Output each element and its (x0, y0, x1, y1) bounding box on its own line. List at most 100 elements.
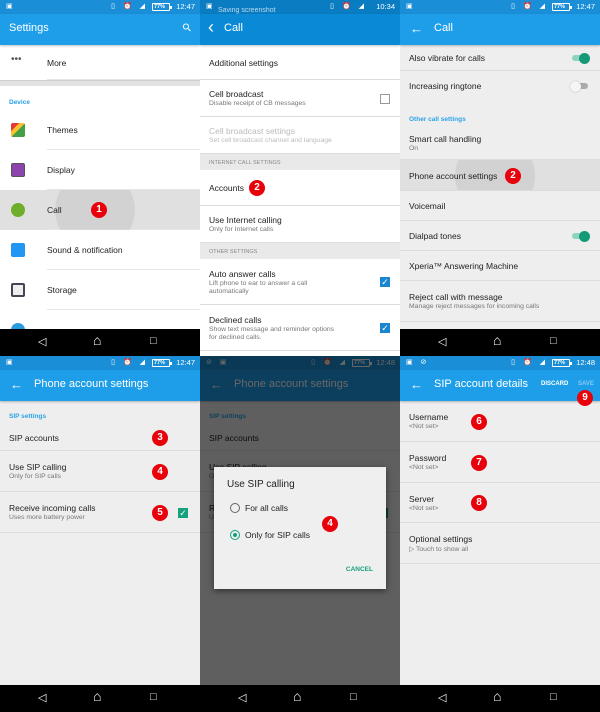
status-icons: ▯ ⏰ ◢ (111, 359, 148, 366)
nav-back-icon[interactable]: ◁ (438, 335, 446, 348)
nav-home-icon[interactable]: ⌂ (93, 688, 101, 704)
settings-item[interactable]: Username <Not set> 6 (400, 401, 600, 442)
radio-option[interactable]: Only for SIP calls (230, 530, 310, 540)
discard-button[interactable]: DISCARD (541, 381, 568, 387)
checkbox[interactable]: ✓ (380, 277, 390, 287)
nav-recents-icon[interactable]: □ (150, 335, 157, 347)
item-title: Cell broadcast (209, 89, 264, 99)
app-bar-title: Settings (9, 22, 49, 34)
item-summary-line2: automatically (209, 287, 249, 295)
app-bar: Settings ⚲ (0, 14, 200, 45)
settings-item[interactable]: Cell broadcast Disable receipt of CB mess… (200, 80, 400, 117)
settings-item[interactable]: Reject call with message Manage reject me… (400, 281, 600, 322)
settings-item[interactable]: Storage (0, 270, 200, 310)
storage-icon (11, 283, 25, 297)
nav-back-icon[interactable]: ◁ (438, 691, 446, 704)
checkbox[interactable]: ✓ (178, 507, 188, 518)
status-time: 10:34 (376, 2, 395, 11)
item-title: Optional settings (409, 534, 473, 544)
status-note: Saving screenshot (218, 7, 276, 14)
settings-item[interactable]: Also vibrate for calls (400, 45, 600, 71)
notification-icons: ▣ ⊘ (406, 359, 430, 366)
settings-item[interactable]: Phone account settings 2 (400, 160, 600, 191)
cancel-button[interactable]: CANCEL (346, 566, 373, 573)
search-icon[interactable]: ⚲ (180, 20, 194, 35)
settings-item[interactable]: Receive incoming callsUses more battery … (0, 492, 200, 533)
status-time: 12:47 (576, 2, 595, 11)
checkbox[interactable]: ✓ (380, 323, 390, 333)
status-icons: ▯ ⏰ ◢ (111, 3, 148, 10)
step-badge: 8 (471, 495, 487, 511)
settings-item[interactable]: Themes (0, 110, 200, 150)
settings-item[interactable]: Server <Not set> 8 (400, 483, 600, 523)
back-arrow-icon[interactable]: ← (10, 377, 23, 392)
settings-item[interactable]: Xperia™ Answering Machine (400, 251, 600, 281)
radio-button[interactable] (230, 503, 240, 513)
phone-screen: ⊘ ▣▯ ⏰ ◢77%12:48←Phone account settingsS… (200, 356, 400, 712)
toggle-switch[interactable] (572, 52, 590, 64)
nav-back-icon[interactable]: ◁ (238, 691, 246, 704)
nav-back-icon[interactable]: ◁ (38, 691, 46, 704)
settings-item[interactable]: Additional settings (200, 45, 400, 80)
settings-item[interactable]: Increasing ringtone (400, 71, 600, 101)
app-bar: ‹ Call (200, 14, 400, 45)
notification-icons: ▣ (206, 3, 216, 10)
settings-item[interactable]: Voicemail (400, 191, 600, 221)
item-summary: Uses more battery power (9, 514, 85, 521)
radio-option[interactable]: For all calls (230, 503, 288, 513)
settings-item[interactable]: Accounts 2 (200, 170, 400, 206)
settings-item[interactable]: Display (0, 150, 200, 190)
item-title: Voicemail (409, 201, 446, 211)
themes-icon (11, 123, 25, 137)
nav-home-icon[interactable]: ⌂ (493, 688, 501, 704)
settings-item[interactable]: Use Internet calling Only for Internet ca… (200, 206, 400, 243)
step-badge: 7 (471, 454, 487, 471)
radio-label: Only for SIP calls (245, 530, 311, 540)
section-header-label: Device (9, 99, 30, 106)
item-summary: Disable receipt of CB messages (209, 100, 306, 107)
nav-recents-icon[interactable]: □ (550, 335, 557, 347)
item-divider (47, 79, 200, 80)
settings-item[interactable]: Call 1 (0, 190, 200, 230)
settings-item[interactable]: Optional settings ▷ Touch to show all (400, 523, 600, 564)
item-title: SIP accounts (9, 432, 59, 443)
item-title: Server (409, 493, 435, 504)
back-arrow-icon[interactable]: ← (410, 21, 423, 36)
item-title: Use Internet calling (209, 215, 282, 225)
settings-list: Username <Not set> 6 Password <Not set> 7 Serv… (400, 401, 600, 564)
checkbox[interactable] (380, 93, 390, 104)
nav-recents-icon[interactable]: □ (350, 691, 357, 703)
item-title: Sound & notification (47, 245, 123, 255)
nav-back-icon[interactable]: ◁ (38, 335, 46, 348)
settings-item[interactable]: Use SIP calling Only for SIP calls 4 (0, 451, 200, 492)
settings-item[interactable]: SIP accounts 3 (0, 424, 200, 451)
item-title: Reject call with message (409, 292, 503, 302)
settings-item[interactable]: Declined calls Show text message and remi… (200, 305, 400, 351)
radio-button[interactable] (230, 530, 240, 540)
settings-item[interactable]: Smart call handling On (400, 127, 600, 160)
item-title: Accounts (209, 183, 244, 193)
nav-home-icon[interactable]: ⌂ (293, 688, 301, 704)
item-summary: Show text message and reminder options (209, 325, 335, 333)
toggle-switch[interactable] (572, 230, 590, 242)
item-title: More (47, 57, 67, 68)
settings-item[interactable]: Auto answer calls Lift phone to ear to an… (200, 259, 400, 305)
nav-recents-icon[interactable]: □ (550, 691, 557, 703)
step-badge: 9 (577, 390, 593, 406)
back-arrow-icon[interactable]: ‹ (208, 17, 214, 38)
settings-item[interactable]: More ••• (0, 45, 200, 80)
settings-item[interactable]: Sound & notification (0, 230, 200, 270)
nav-recents-icon[interactable]: □ (150, 691, 157, 703)
nav-home-icon[interactable]: ⌂ (93, 332, 101, 348)
back-arrow-icon[interactable]: ← (410, 377, 423, 392)
toggle-switch[interactable] (570, 80, 588, 92)
status-bar: ▣ ▯ ⏰ ◢ 77% 12:47 (0, 0, 200, 14)
item-title: Themes (47, 125, 78, 135)
settings-item[interactable]: Dialpad tones (400, 221, 600, 251)
app-bar: ← SIP account details DISCARD SAVE (400, 370, 600, 401)
step-badge: 4 (152, 463, 168, 480)
save-button[interactable]: SAVE (578, 381, 594, 387)
battery-indicator: 77% (551, 3, 573, 11)
settings-item[interactable]: Password <Not set> 7 (400, 442, 600, 483)
nav-home-icon[interactable]: ⌂ (493, 332, 501, 348)
